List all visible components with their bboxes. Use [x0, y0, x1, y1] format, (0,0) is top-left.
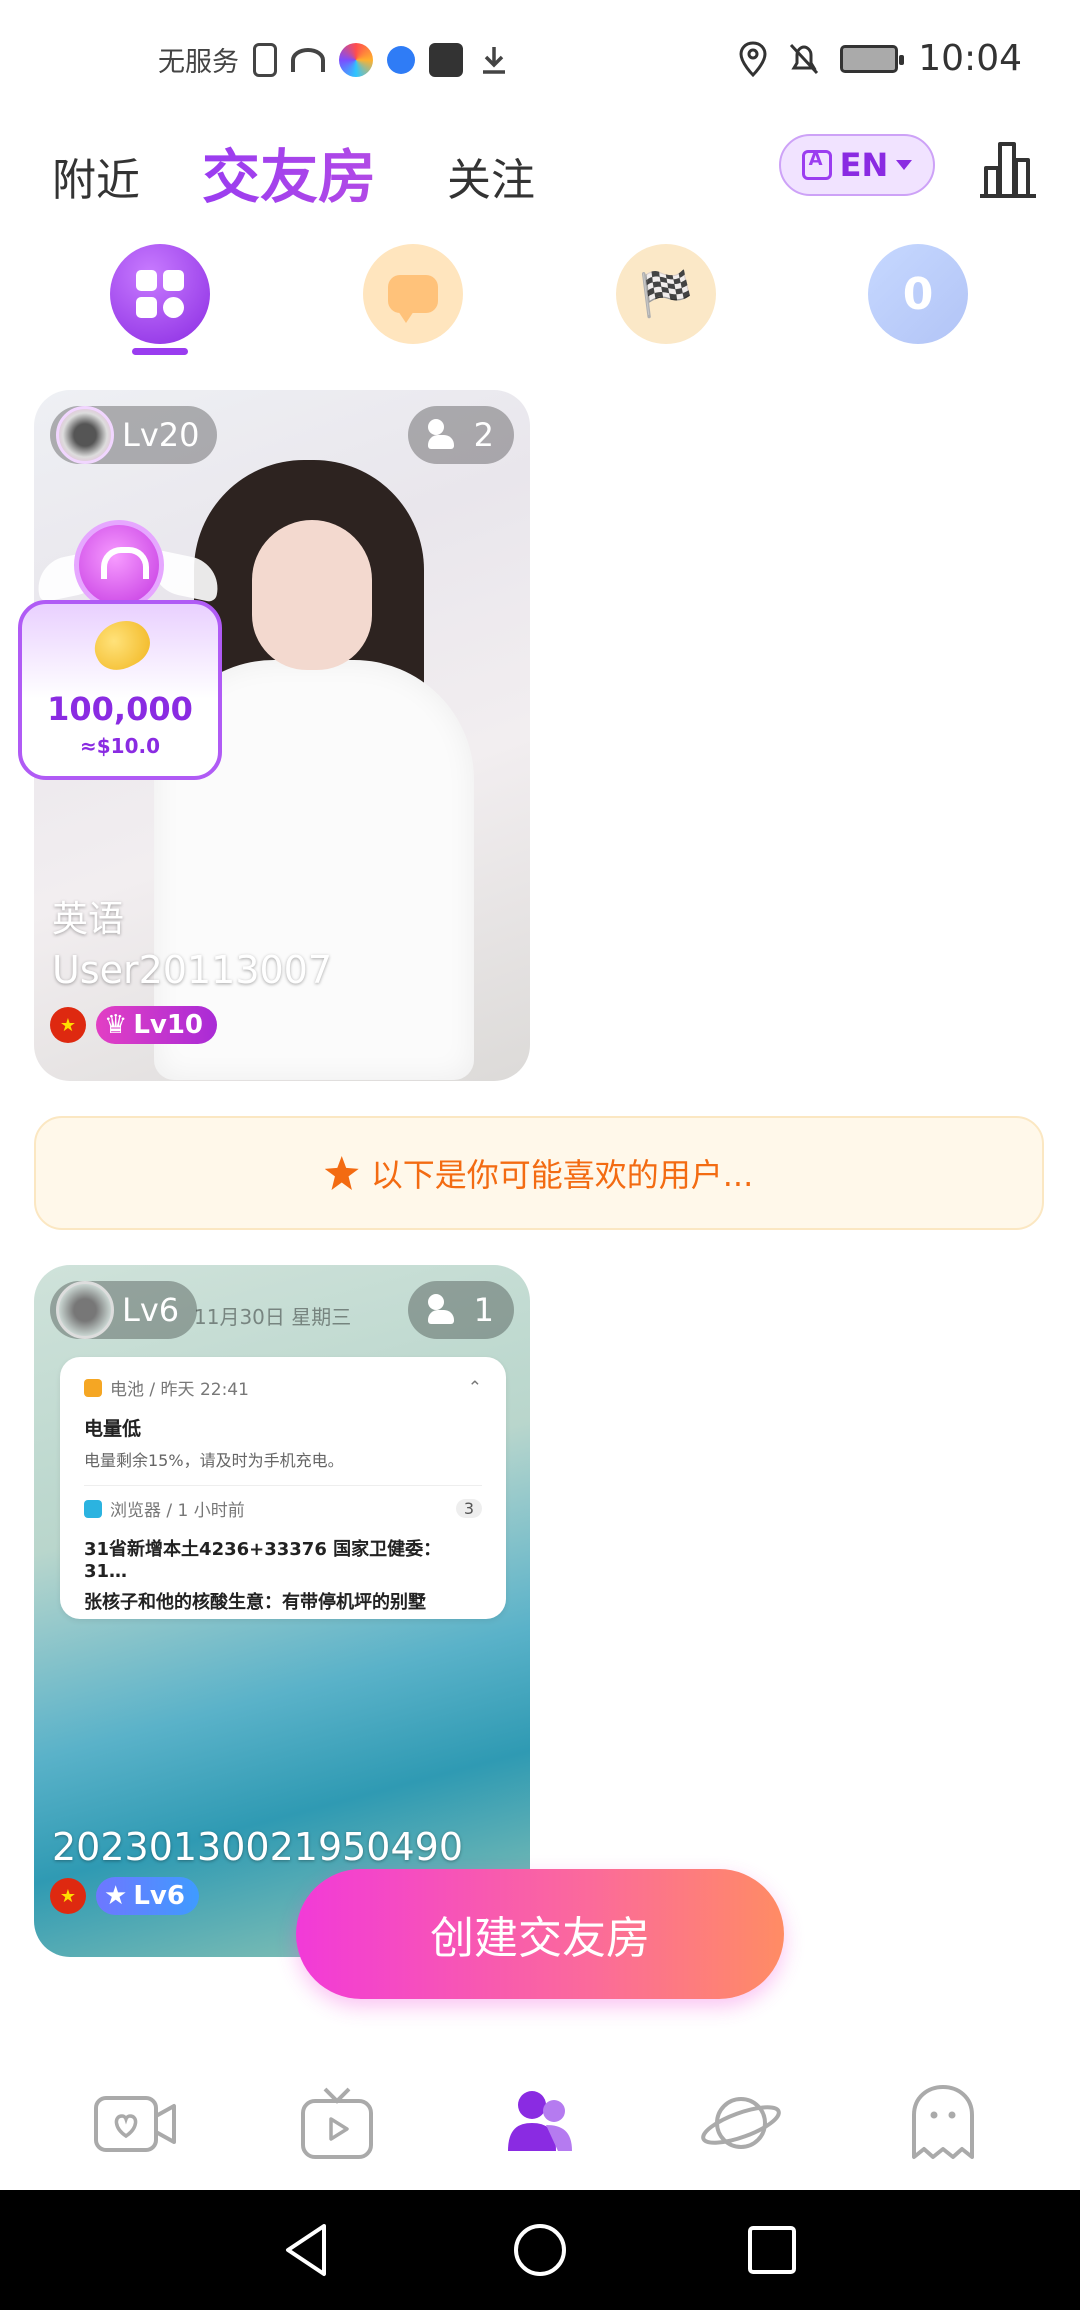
member-count-chip: 2 [407, 406, 514, 464]
notif2-count: 3 [455, 1499, 482, 1518]
nav-planet[interactable] [696, 2078, 786, 2168]
user-level: Lv6 [133, 1881, 185, 1911]
status-left: 无服务 [158, 40, 511, 79]
member-count: 2 [473, 416, 494, 454]
notif1-title: 电量低 [84, 1418, 142, 1440]
category-bar: 🏁 0 [0, 240, 1080, 360]
leaderboard-icon[interactable] [972, 134, 1042, 204]
app-browser-icon [339, 42, 373, 77]
nav-rooms[interactable] [495, 2078, 585, 2168]
people-icon [427, 419, 462, 451]
create-room-button[interactable]: 创建交友房 [296, 1869, 784, 1999]
caret-down-icon [896, 160, 913, 170]
notif2-app: 浏览器 / 1 小时前 [110, 1501, 245, 1521]
grid-icon [136, 270, 184, 318]
notif2-line1: 31省新增本土4236+33376 国家卫健委：31… [84, 1539, 442, 1582]
download-icon [483, 46, 505, 74]
suggestion-text: 以下是你可能喜欢的用户... [370, 1156, 754, 1194]
category-number-game[interactable]: 0 [868, 244, 968, 344]
crown-icon: ♛ [104, 1010, 128, 1040]
racing-flags-icon: 🏁 [638, 269, 694, 320]
battery-icon [840, 44, 905, 73]
suggestion-banner: 以下是你可能喜欢的用户... [34, 1116, 1044, 1230]
wifi-icon [291, 47, 325, 72]
cover-date: 11月30日 星期三 [194, 1305, 352, 1329]
host-level: Lv20 [122, 416, 200, 454]
room-topic: 英语 [52, 899, 125, 940]
gift-usd: ≈$10.0 [79, 734, 161, 758]
user-tags: ★ ♛ Lv10 [50, 1006, 218, 1044]
translate-icon [801, 149, 832, 180]
sim-alert-icon [253, 42, 277, 77]
host-level-chip: Lv6 [50, 1281, 198, 1339]
category-racing[interactable]: 🏁 [616, 244, 716, 344]
language-label: EN [839, 146, 889, 184]
avatar [56, 1281, 114, 1339]
notif2-line2: 张核子和他的核酸生意：有带停机坪的别墅 [84, 1592, 426, 1613]
tab-nearby[interactable]: 附近 [52, 144, 140, 208]
room-username: User20113007 [52, 948, 333, 992]
nav-video[interactable] [90, 2078, 180, 2168]
ghost-icon [912, 2085, 974, 2159]
status-right: 10:04 [738, 38, 1022, 79]
app-globe-icon [387, 45, 415, 74]
tab-friend-rooms[interactable]: 交友房 [202, 130, 376, 214]
gift-angel-icon [74, 520, 164, 610]
back-icon[interactable] [278, 2220, 338, 2280]
member-count: 1 [473, 1291, 494, 1329]
bell-muted-icon [790, 43, 819, 74]
tv-play-icon [301, 2087, 373, 2159]
clock: 10:04 [918, 38, 1022, 79]
battery-app-icon [84, 1378, 102, 1397]
bean-icon [86, 612, 158, 678]
location-icon [739, 40, 767, 77]
gift-amount: 100,000 [47, 690, 193, 728]
notif1-body: 电量剩余15%，请及时为手机充电。 [84, 1451, 344, 1470]
carrier-label: 无服务 [158, 47, 239, 78]
host-level-chip: Lv20 [50, 406, 218, 464]
users-icon [508, 2091, 572, 2151]
app-huawei-icon [429, 42, 463, 77]
status-bar: 无服务 10:04 [0, 0, 1080, 120]
number-puzzle-icon: 0 [902, 268, 934, 320]
category-all[interactable] [110, 244, 210, 344]
china-flag-icon: ★ [50, 1878, 86, 1914]
nav-profile[interactable] [898, 2078, 988, 2168]
vip-level: Lv10 [133, 1010, 204, 1040]
video-heart-icon [94, 2096, 176, 2152]
people-icon [427, 1294, 462, 1326]
member-count-chip: 1 [407, 1281, 514, 1339]
user-tags: ★ ★ Lv6 [50, 1877, 199, 1915]
home-icon[interactable] [510, 2220, 570, 2280]
category-chat[interactable] [363, 244, 463, 344]
nav-live[interactable] [292, 2078, 382, 2168]
language-button[interactable]: EN [779, 134, 935, 196]
gift-reward-card[interactable]: 100,000 ≈$10.0 [18, 600, 222, 780]
category-selected-indicator [132, 348, 188, 355]
host-level: Lv6 [122, 1291, 180, 1329]
top-nav: 附近 交友房 关注 EN [0, 120, 1080, 230]
browser-app-icon [84, 1499, 102, 1518]
planet-icon [701, 2097, 781, 2149]
room-username: 20230130021950490 [52, 1825, 464, 1869]
tab-following[interactable]: 关注 [447, 144, 535, 208]
room-card[interactable]: 11月30日 星期三 电池 / 昨天 22:41 ⌃ 电量低 电量剩余15%，请… [34, 1265, 530, 1957]
avatar [56, 406, 114, 464]
level-badge: ★ Lv6 [96, 1877, 199, 1915]
vip-level-badge: ♛ Lv10 [96, 1006, 218, 1044]
chevron-up-icon: ⌃ [467, 1377, 482, 1398]
recent-apps-icon[interactable] [742, 2220, 802, 2280]
china-flag-icon: ★ [50, 1007, 86, 1043]
bottom-nav [0, 2060, 1080, 2190]
cover-notification-panel: 电池 / 昨天 22:41 ⌃ 电量低 电量剩余15%，请及时为手机充电。 浏览… [60, 1357, 506, 1619]
system-nav-bar [0, 2190, 1080, 2310]
chat-bubbles-icon [388, 275, 438, 323]
star-icon: ★ [104, 1881, 128, 1911]
notif1-app: 电池 / 昨天 22:41 [110, 1380, 249, 1400]
flower-icon [324, 1156, 359, 1190]
